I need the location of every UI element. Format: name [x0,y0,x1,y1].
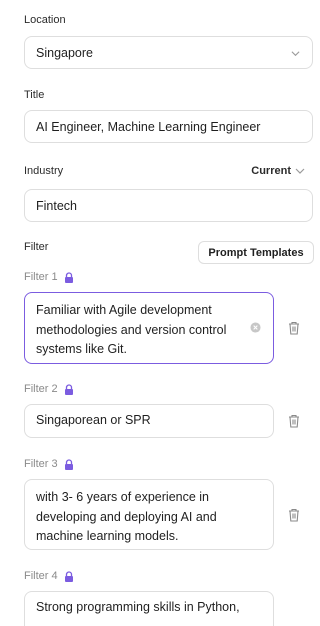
industry-input[interactable]: Fintech [24,189,313,222]
filter-1-textarea[interactable]: Familiar with Agile development methodol… [24,292,274,364]
filter-label: Filter [24,241,49,253]
filter-3-label: Filter 3 [24,458,74,470]
trash-icon[interactable] [288,508,300,522]
filter-2-label-text: Filter 2 [24,383,58,395]
clear-icon[interactable] [250,322,261,333]
trash-icon[interactable] [288,414,300,428]
industry-mode-select[interactable]: Current [251,165,305,177]
filter-4-label-text: Filter 4 [24,570,58,582]
filter-1-text: Familiar with Agile development methodol… [36,303,227,356]
lock-icon [64,458,73,470]
trash-icon[interactable] [288,321,300,335]
location-value: Singapore [36,45,93,60]
filter-1-label: Filter 1 [24,271,74,283]
filter-4-label: Filter 4 [24,570,74,582]
filter-3-text: with 3- 6 years of experience in develop… [36,490,217,543]
chevron-down-icon [295,168,305,174]
location-label: Location [24,14,66,26]
lock-icon [64,570,73,582]
industry-value: Fintech [36,198,77,213]
filter-1-label-text: Filter 1 [24,271,58,283]
industry-label: Industry [24,165,64,177]
lock-icon [64,383,73,395]
filter-4-textarea[interactable]: Strong programming skills in Python, [24,591,274,626]
filter-2-label: Filter 2 [24,383,74,395]
prompt-templates-button[interactable]: Prompt Templates [198,241,314,264]
filter-2-textarea[interactable]: Singaporean or SPR [24,404,274,438]
title-input[interactable]: AI Engineer, Machine Learning Engineer [24,110,313,143]
industry-mode-value: Current [251,165,291,177]
filter-4-text: Strong programming skills in Python, [36,600,240,614]
location-select[interactable]: Singapore [24,36,313,69]
chevron-down-icon [291,51,300,57]
title-value: AI Engineer, Machine Learning Engineer [36,119,261,134]
filter-2-text: Singaporean or SPR [36,413,151,428]
filter-3-textarea[interactable]: with 3- 6 years of experience in develop… [24,479,274,550]
filter-3-label-text: Filter 3 [24,458,58,470]
title-label: Title [24,89,45,101]
lock-icon [64,271,73,283]
